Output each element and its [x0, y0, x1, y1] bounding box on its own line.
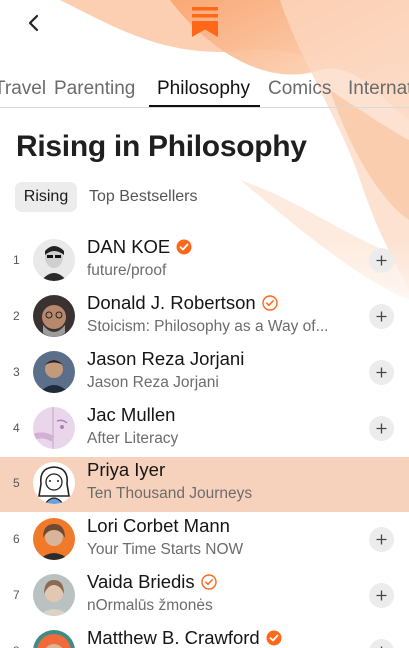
- writer-name: Donald J. Robertson: [87, 292, 256, 313]
- avatar: [33, 351, 75, 393]
- list-item[interactable]: 4 Jac Mullen After Literacy: [0, 402, 409, 457]
- rank-number: 3: [13, 365, 20, 379]
- rank-number: 6: [13, 532, 20, 546]
- list-item[interactable]: 7 Vaida Briedis nOrmalūs žmonės: [0, 569, 409, 624]
- publication-name: nOrmalūs žmonės: [87, 597, 213, 614]
- writer-name: DAN KOE: [87, 236, 171, 257]
- verified-badge-outline-icon: [261, 295, 278, 311]
- plus-icon: [376, 534, 387, 545]
- rank-number: 5: [13, 476, 20, 490]
- page-title: Rising in Philosophy: [16, 130, 307, 163]
- plus-icon: [376, 255, 387, 266]
- verified-badge-icon: [176, 239, 192, 255]
- rank-number: 4: [13, 421, 20, 435]
- plus-icon: [376, 423, 387, 434]
- avatar: [33, 239, 75, 281]
- subscribe-button[interactable]: [369, 416, 394, 441]
- publication-name: After Literacy: [87, 430, 179, 447]
- publication-name: Stoicism: Philosophy as a Way of...: [87, 318, 329, 335]
- list-item[interactable]: 2 Donald J. Robertson Stoicism: Philosop…: [0, 290, 409, 345]
- avatar: [33, 295, 75, 337]
- publication-name: Ten Thousand Journeys: [87, 485, 253, 502]
- publication-name: future/proof: [87, 262, 167, 279]
- tab-philosophy[interactable]: Philosophy: [157, 78, 250, 100]
- rank-number: 8: [13, 644, 20, 648]
- list-item-highlighted[interactable]: 5 Priya Iyer Ten Thousand Journeys: [0, 457, 409, 512]
- publication-name: Your Time Starts NOW: [87, 541, 244, 558]
- rank-number: 2: [13, 309, 20, 323]
- avatar: [33, 518, 75, 560]
- subscribe-button[interactable]: [369, 248, 394, 273]
- subscribe-button[interactable]: [369, 304, 394, 329]
- avatar: [33, 407, 75, 449]
- substack-logo-icon: [192, 7, 218, 37]
- subscribe-button[interactable]: [369, 360, 394, 385]
- avatar: [33, 574, 75, 616]
- list-item[interactable]: 8 Matthew B. Crawford: [0, 625, 409, 648]
- avatar: [33, 462, 75, 504]
- header-background-art: [0, 0, 409, 340]
- publication-name: Jason Reza Jorjani: [87, 374, 219, 391]
- writer-name: Priya Iyer: [87, 459, 166, 480]
- list-item[interactable]: 1 DAN KOE future/proof: [0, 234, 409, 289]
- list-item[interactable]: 6 Lori Corbet Mann Your Time Starts NOW: [0, 513, 409, 568]
- rank-number: 7: [13, 588, 20, 602]
- tab-international[interactable]: International: [348, 78, 409, 100]
- writer-name: Matthew B. Crawford: [87, 627, 260, 648]
- writer-name: Vaida Briedis: [87, 571, 195, 592]
- verified-badge-icon: [266, 630, 282, 646]
- writer-name: Jason Reza Jorjani: [87, 348, 245, 369]
- subscribe-button[interactable]: [369, 639, 394, 648]
- category-tabs: Travel Parenting Philosophy Comics Inter…: [0, 72, 409, 108]
- filter-rising-button[interactable]: Rising: [15, 182, 77, 212]
- chevron-left-icon: [28, 14, 39, 32]
- tab-parenting[interactable]: Parenting: [54, 78, 135, 100]
- plus-icon: [376, 311, 387, 322]
- plus-icon: [376, 590, 387, 601]
- avatar: [33, 630, 75, 648]
- subscribe-button[interactable]: [369, 527, 394, 552]
- rank-number: 1: [13, 253, 20, 267]
- filter-top-bestsellers-button[interactable]: Top Bestsellers: [89, 188, 198, 206]
- subscribe-button[interactable]: [369, 583, 394, 608]
- writer-name: Jac Mullen: [87, 404, 176, 425]
- tab-travel[interactable]: Travel: [0, 78, 46, 100]
- back-button[interactable]: [18, 7, 50, 39]
- verified-badge-outline-icon: [200, 574, 217, 590]
- plus-icon: [376, 367, 387, 378]
- list-item[interactable]: 3 Jason Reza Jorjani Jason Reza Jorjani: [0, 346, 409, 401]
- writer-name: Lori Corbet Mann: [87, 515, 230, 536]
- active-tab-indicator: [149, 105, 260, 107]
- tab-comics[interactable]: Comics: [268, 78, 331, 100]
